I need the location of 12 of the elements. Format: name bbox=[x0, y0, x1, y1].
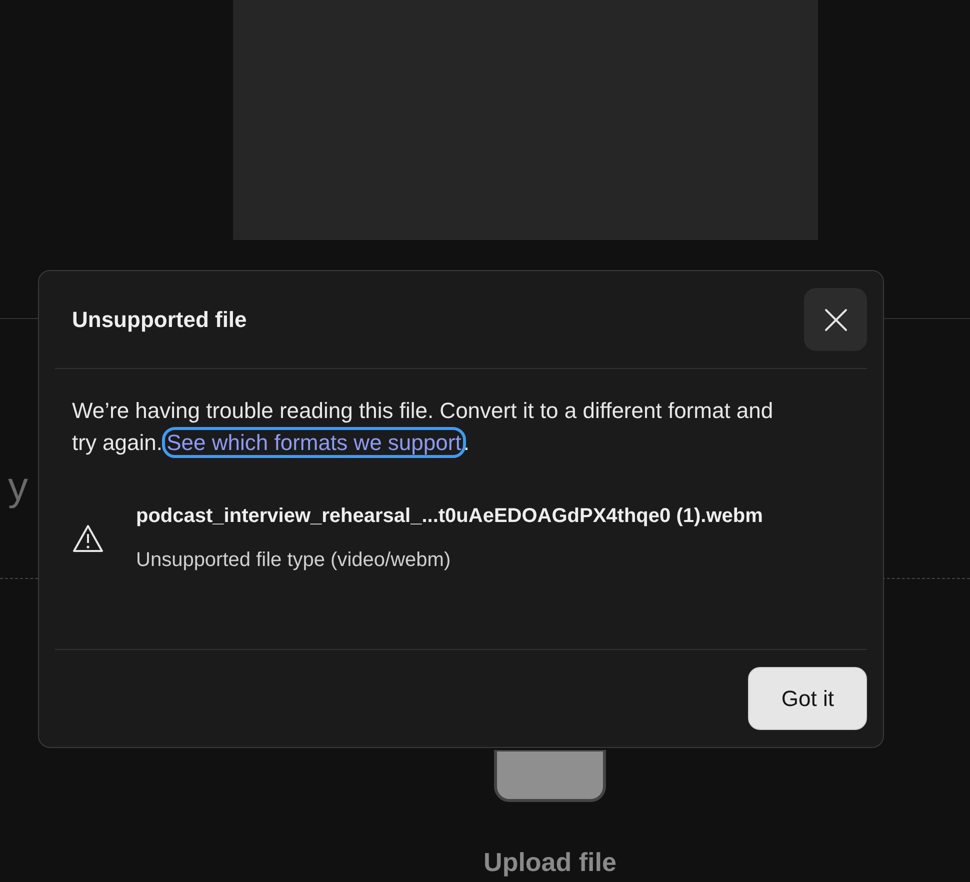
upload-label: Upload file bbox=[484, 846, 616, 879]
file-name: podcast_interview_rehearsal_...t0uAeEDOAGdPX4thqe0 (1).webm bbox=[136, 504, 763, 529]
dialog-message: We’re having trouble reading this file. Convert it to a different format and try again. See which formats we support. bbox=[55, 369, 775, 459]
close-button[interactable] bbox=[804, 288, 867, 351]
phone-icon bbox=[494, 750, 606, 802]
dialog-title: Unsupported file bbox=[72, 306, 247, 334]
warning-icon bbox=[72, 524, 104, 552]
close-icon bbox=[824, 308, 848, 332]
heading-text: y bbox=[8, 465, 28, 509]
got-it-button[interactable]: Got it bbox=[748, 667, 867, 730]
formats-link[interactable]: See which formats we support bbox=[164, 430, 464, 455]
file-status: Unsupported file type (video/webm) bbox=[136, 548, 452, 573]
